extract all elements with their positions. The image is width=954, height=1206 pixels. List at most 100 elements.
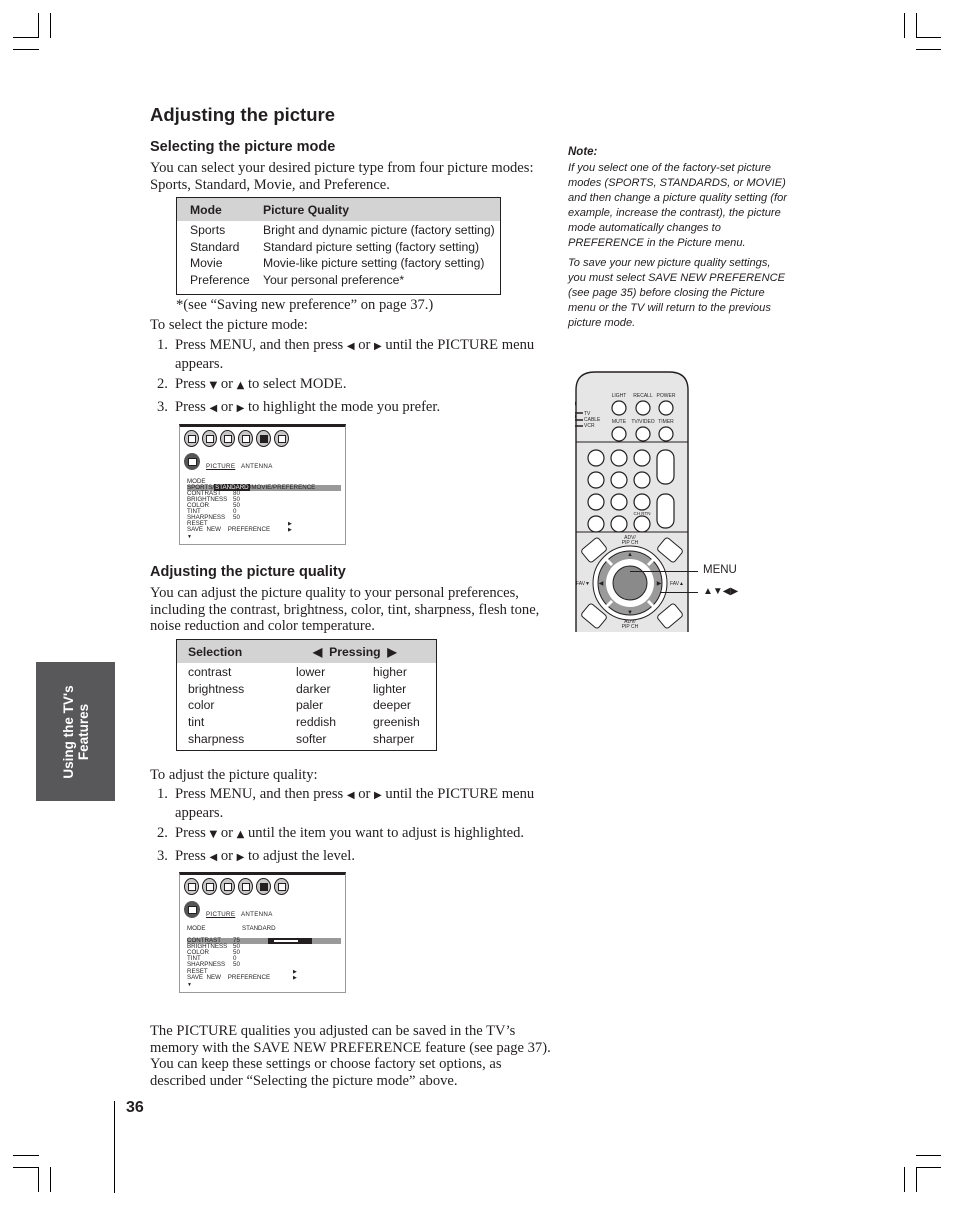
step-item: 2. Press ▼ or ▲ until the item you want t… [150, 825, 550, 844]
picture-menu-icon [184, 878, 199, 895]
digit-button-9[interactable] [633, 493, 651, 511]
step-item: 1. Press MENU, and then press ◀ or ▶ unti… [150, 786, 550, 821]
step-number: 3. [157, 398, 168, 415]
recall-button[interactable] [635, 400, 651, 416]
step-text: or [217, 398, 237, 415]
step-number: 1. [157, 786, 168, 802]
right-arrow-icon: ▶ [657, 581, 662, 587]
digit-button-6[interactable] [633, 471, 651, 489]
power-button[interactable] [658, 400, 674, 416]
callout-line-menu [630, 571, 698, 572]
column-header: Selection [188, 645, 243, 659]
osd-save-row: SAVE NEW PREFERENCE ▶ [187, 526, 341, 533]
crop-mark [13, 1167, 39, 1168]
vol-rocker-button[interactable] [656, 493, 675, 529]
table-header: Selection ◀ Pressing ▶ [177, 640, 436, 663]
section-heading-picture-mode: Selecting the picture mode [150, 139, 336, 155]
digit-button-1[interactable] [587, 449, 605, 467]
crop-mark [13, 49, 39, 50]
pip-menu-icon [220, 430, 235, 447]
light-button[interactable] [611, 400, 627, 416]
step-text: or [217, 847, 237, 864]
contrast-slider [268, 938, 312, 944]
callout-arrows: ▲▼◀▶ [703, 586, 739, 597]
adv-label: PIP CH [622, 624, 639, 630]
margin-rule [114, 1101, 115, 1193]
crop-mark [904, 1167, 905, 1192]
picture-selected-icon [184, 901, 200, 918]
digit-button-8[interactable] [610, 493, 628, 511]
picture-quality-intro: You can adjust the picture quality to yo… [150, 585, 540, 634]
fav-down-label: FAV▼ [576, 581, 590, 587]
step-item: 3. Press ◀ or ▶ to highlight the mode you… [150, 399, 550, 418]
quality-cell: Standard picture setting (factory settin… [263, 240, 480, 254]
setup-menu-icon [238, 430, 253, 447]
tv-video-button[interactable] [635, 426, 651, 442]
step-text: Press MENU, and then press [175, 786, 347, 802]
osd-item-value: 50 [233, 961, 240, 968]
left-arrow-icon: ◀ [599, 581, 604, 587]
mute-button[interactable] [611, 426, 627, 442]
scroll-down-icon: ▼ [187, 982, 192, 988]
step-text: to adjust the level. [244, 847, 355, 864]
closing-paragraph: The PICTURE qualities you adjusted can b… [150, 1023, 551, 1089]
mode-option-others: /MOVIE/PREFERENCE [249, 484, 316, 491]
table-header: Mode Picture Quality [177, 198, 500, 221]
setup-menu-icon [238, 878, 253, 895]
step-text: or [354, 337, 375, 353]
save-label: SAVE NEW PREFERENCE [187, 974, 271, 981]
arrow-icon: ▶ [374, 341, 382, 352]
crop-mark [904, 13, 905, 38]
sidebar-tab-label: Using the TV's Features [61, 685, 91, 778]
crop-mark [13, 1155, 39, 1156]
crop-mark [916, 1167, 941, 1168]
digit-button-100[interactable] [587, 515, 605, 533]
digit-button-0[interactable] [610, 515, 628, 533]
contrast-slider-track [274, 940, 298, 942]
osd-item-row: SHARPNESS 50 [187, 961, 341, 968]
step-number: 1. [157, 337, 168, 353]
sidebar-tab-line: Using the TV's [60, 684, 76, 779]
picture-menu-icon [184, 430, 199, 447]
mode-cell: Movie [190, 256, 223, 270]
audio-menu-icon [202, 430, 217, 447]
timer-button[interactable] [658, 426, 674, 442]
osd-tabs: PICTURE ANTENNA [206, 463, 273, 470]
crop-mark [50, 13, 51, 38]
increase-cell: deeper [373, 698, 411, 713]
crop-mark [916, 1155, 941, 1156]
column-header: ◀ Pressing ▶ [313, 645, 397, 659]
theater-menu-icon [256, 430, 271, 447]
osd-menu-icons [184, 430, 289, 447]
selection-cell: contrast [188, 665, 232, 679]
ch-rocker-button[interactable] [656, 449, 675, 485]
steps-list: 1. Press MENU, and then press ◀ or ▶ unti… [150, 337, 550, 421]
step-item: 3. Press ◀ or ▶ to adjust the level. [150, 848, 550, 867]
osd-tab-picture: PICTURE [206, 911, 236, 918]
osd-more-row: ▼ [187, 982, 341, 988]
section-heading-picture-quality: Adjusting the picture quality [150, 564, 346, 580]
crop-mark [916, 37, 941, 38]
digit-button-2[interactable] [610, 449, 628, 467]
digit-button-3[interactable] [633, 449, 651, 467]
step-number: 3. [157, 847, 168, 864]
switch-label: VCR [584, 423, 595, 429]
remote-label: TIMER [658, 419, 674, 425]
digit-button-5[interactable] [610, 471, 628, 489]
column-header: Mode [190, 203, 222, 217]
step-item: 1. Press MENU, and then press ◀ or ▶ unti… [150, 337, 550, 372]
digit-button-4[interactable] [587, 471, 605, 489]
remote-label: MUTE [612, 419, 627, 425]
osd-menu-icons [184, 878, 289, 895]
step-text: to select MODE. [244, 376, 347, 392]
digit-button-7[interactable] [587, 493, 605, 511]
up-arrow-icon: ▲ [627, 552, 633, 558]
sidebar-tab-line: Features [75, 703, 91, 760]
step-item: 2. Press ▼ or ▲ to select MODE. [150, 376, 550, 395]
page-title: Adjusting the picture [150, 104, 335, 125]
digit-button-ent[interactable] [633, 515, 651, 533]
steps-list: 1. Press MENU, and then press ◀ or ▶ unti… [150, 786, 550, 870]
ch-rtn-label: CH RTN [634, 511, 651, 516]
osd-item-label: SHARPNESS [187, 961, 226, 968]
step-number: 2. [157, 825, 168, 841]
